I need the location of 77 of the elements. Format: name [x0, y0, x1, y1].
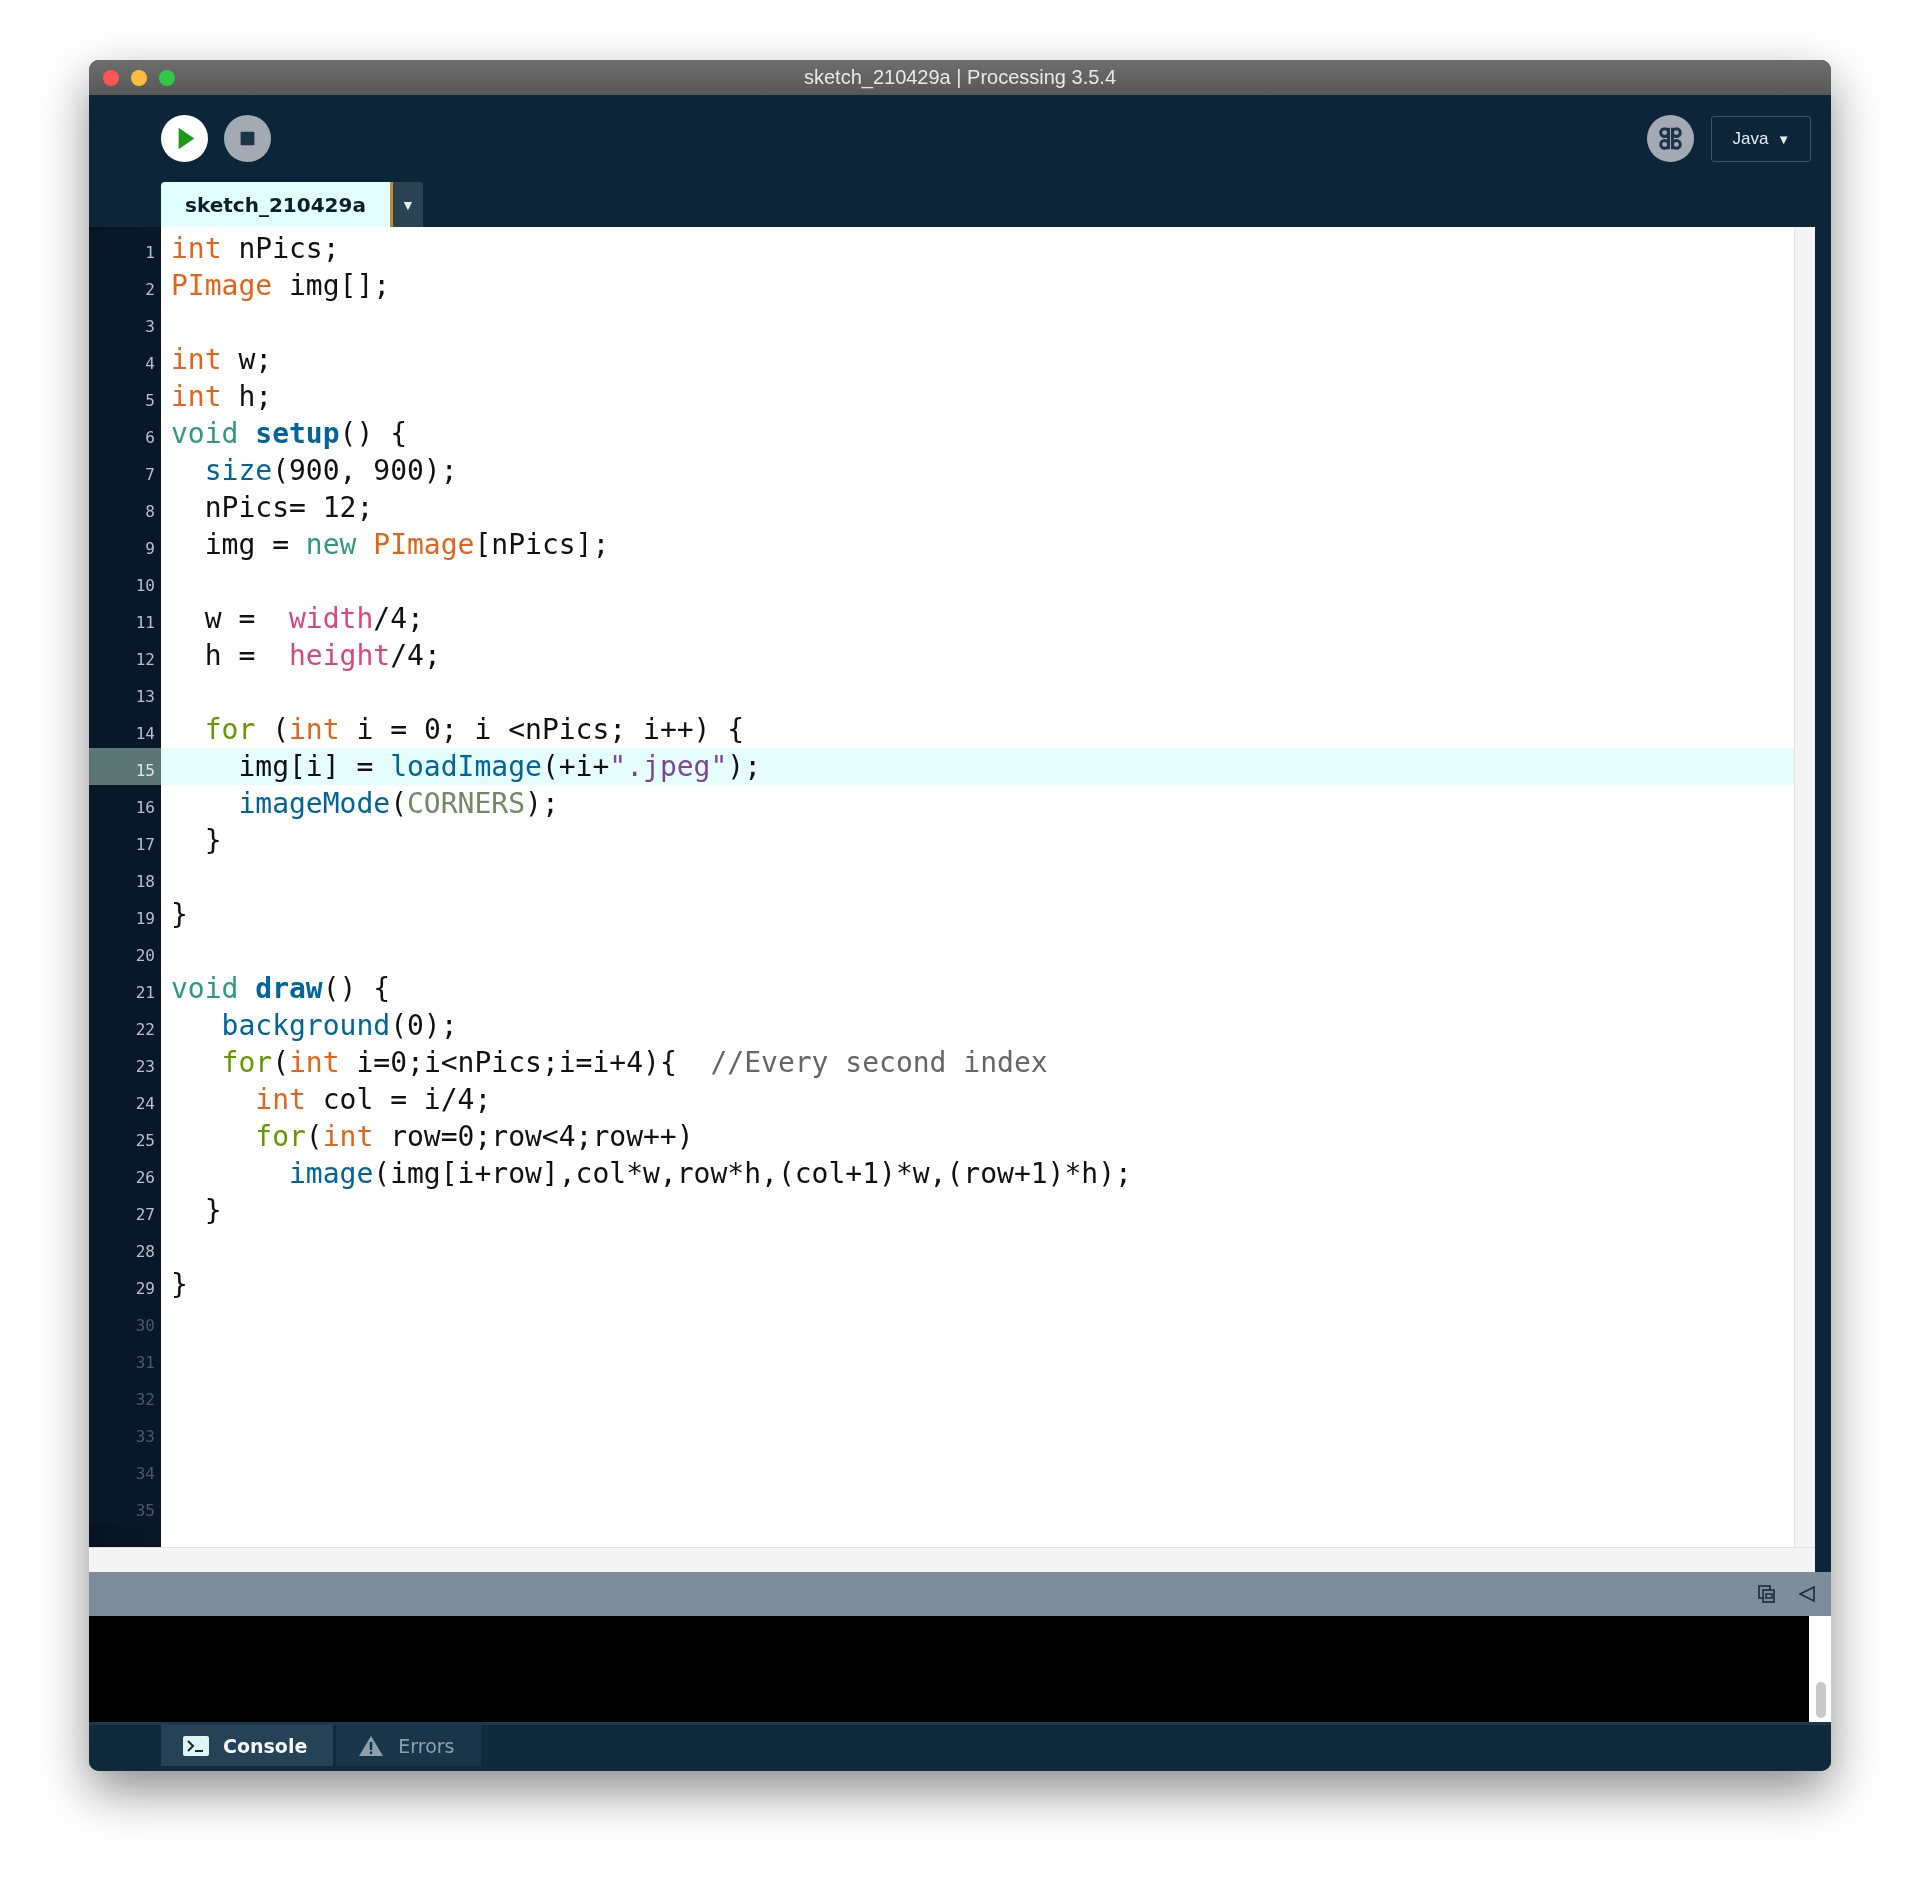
panel-tab[interactable]: Errors	[336, 1725, 481, 1766]
tab-menu-button[interactable]: ▼	[392, 182, 423, 227]
line-number: 29	[89, 1266, 161, 1303]
scrollbar-track[interactable]	[89, 1547, 1815, 1572]
code-line: }	[171, 1266, 188, 1303]
run-button[interactable]	[160, 114, 209, 163]
code-line: int nPics;	[171, 230, 340, 267]
line-number: 33	[89, 1414, 161, 1451]
line-number: 22	[89, 1007, 161, 1044]
line-number: 13	[89, 674, 161, 711]
code-line: for (int i = 0; i <nPics; i++) {	[203, 711, 745, 748]
line-number: 24	[89, 1081, 161, 1118]
mode-dropdown[interactable]: Java ▼	[1711, 115, 1811, 162]
code-line: PImage img[];	[171, 267, 391, 304]
code-line: size(900, 900);	[203, 452, 458, 489]
window-title: sketch_210429a | Processing 3.5.4	[803, 66, 1117, 89]
code-editor[interactable]	[89, 227, 1794, 1547]
warning-icon	[358, 1734, 385, 1757]
line-number: 7	[89, 452, 161, 489]
collapse-triangle-icon[interactable]	[1797, 1584, 1817, 1604]
minimize-button[interactable]	[131, 69, 147, 86]
code-line: img = new PImage[nPics];	[203, 526, 610, 563]
copy-icon[interactable]	[1757, 1584, 1777, 1604]
sketch-tab[interactable]: sketch_210429a	[161, 182, 393, 227]
line-number: 5	[89, 378, 161, 415]
line-number: 1	[89, 230, 161, 267]
code-line: }	[203, 1192, 222, 1229]
line-number: 15	[89, 748, 161, 785]
scrollbar-track[interactable]	[1794, 227, 1815, 1547]
terminal-icon	[183, 1734, 209, 1757]
code-line: for(int i=0;i<nPics;i=i+4){ //Every second index	[220, 1044, 1048, 1081]
line-number: 2	[89, 267, 161, 304]
line-number: 19	[89, 896, 161, 933]
line-number: 26	[89, 1155, 161, 1192]
line-number: 9	[89, 526, 161, 563]
line-number: 31	[89, 1340, 161, 1377]
line-number: 28	[89, 1229, 161, 1266]
line-number: 27	[89, 1192, 161, 1229]
panel-tab[interactable]: Console	[161, 1725, 334, 1766]
code-line: img[i] = loadImage(+i+".jpeg");	[237, 748, 762, 785]
code-line: imageMode(CORNERS);	[237, 785, 559, 822]
line-number: 34	[89, 1451, 161, 1488]
debug-button[interactable]	[1646, 114, 1696, 163]
scrollbar-thumb[interactable]	[1816, 1682, 1826, 1718]
code-line: void draw() {	[171, 970, 391, 1007]
code-line: for(int row=0;row<4;row++)	[254, 1118, 694, 1155]
line-number: 6	[89, 415, 161, 452]
code-line: background(0);	[220, 1007, 458, 1044]
zoom-button[interactable]	[159, 69, 175, 86]
code-line: int col = i/4;	[254, 1081, 492, 1118]
code-line: w = width/4;	[203, 600, 424, 637]
line-number: 14	[89, 711, 161, 748]
code-line: int h;	[171, 378, 273, 415]
code-line: nPics= 12;	[203, 489, 374, 526]
code-line: }	[203, 822, 222, 859]
line-number: 21	[89, 970, 161, 1007]
code-line: h = height/4;	[203, 637, 441, 674]
line-number: 30	[89, 1303, 161, 1340]
line-number: 8	[89, 489, 161, 526]
line-number: 16	[89, 785, 161, 822]
code-line: }	[171, 896, 188, 933]
line-number: 23	[89, 1044, 161, 1081]
line-number: 32	[89, 1377, 161, 1414]
line-number: 12	[89, 637, 161, 674]
line-number: 20	[89, 933, 161, 970]
stop-button[interactable]	[223, 114, 272, 163]
line-number: 11	[89, 600, 161, 637]
code-line: int w;	[171, 341, 273, 378]
line-number: 3	[89, 304, 161, 341]
code-line: image(img[i+row],col*w,row*h,(col+1)*w,(row+1)*h);	[288, 1155, 1132, 1192]
line-number: 35	[89, 1488, 161, 1525]
line-number: 18	[89, 859, 161, 896]
line-number: 10	[89, 563, 161, 600]
code-line: void setup() {	[171, 415, 408, 452]
line-number: 25	[89, 1118, 161, 1155]
line-number: 17	[89, 822, 161, 859]
line-number: 4	[89, 341, 161, 378]
